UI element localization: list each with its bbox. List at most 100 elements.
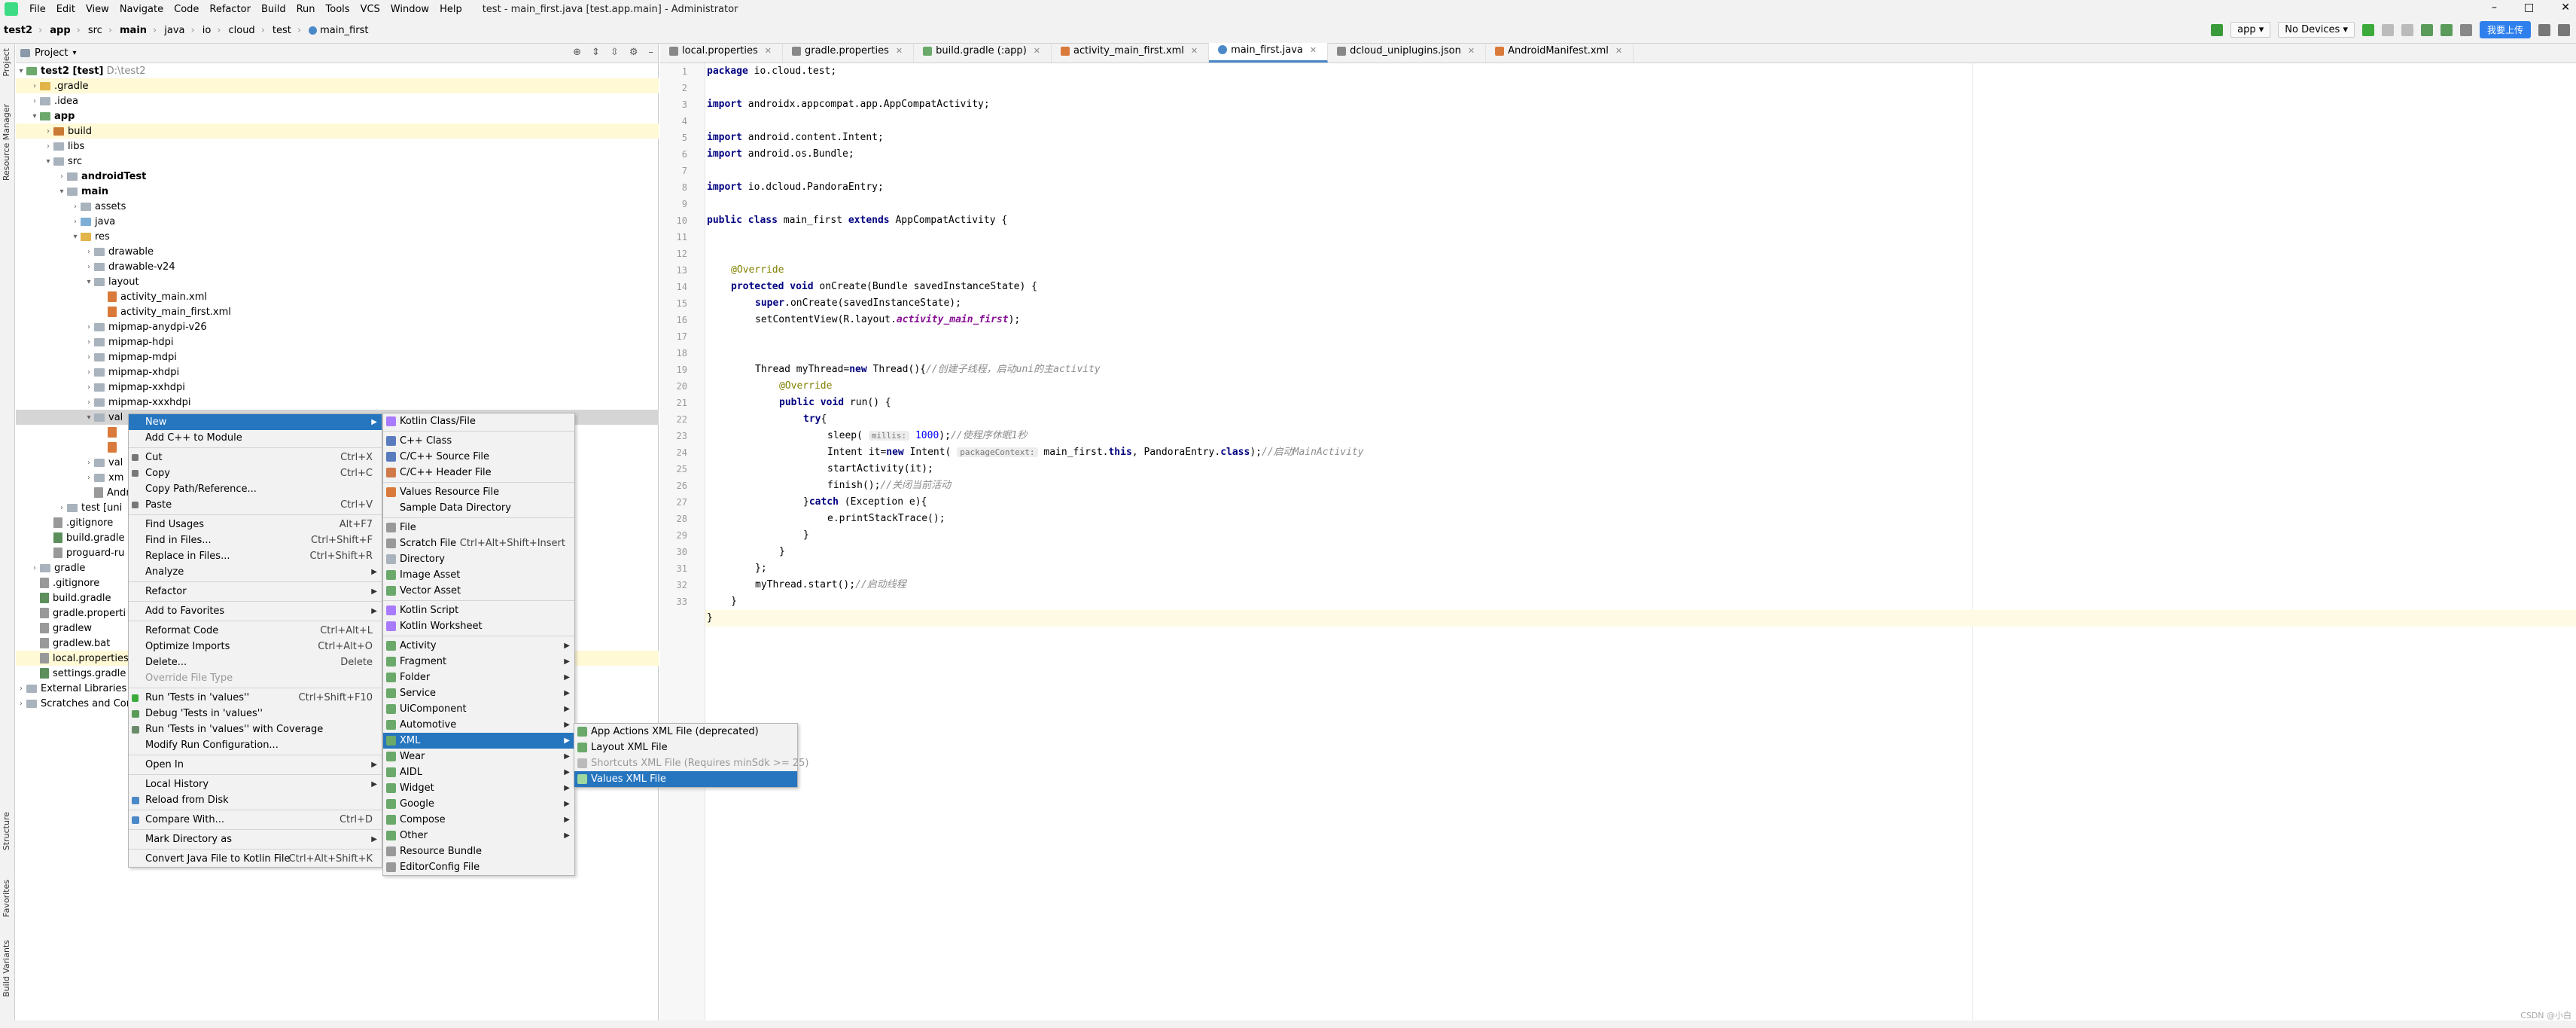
tree-item[interactable]: › .gradle [16, 78, 659, 93]
menu-item-add-to-favorites[interactable]: Add to Favorites ▶ [129, 603, 382, 619]
new-values-resource-file[interactable]: Values Resource File [383, 484, 574, 500]
expand-all-icon[interactable]: ⇕ [592, 47, 600, 58]
close-tab-icon[interactable]: ✕ [1615, 46, 1622, 56]
tree-item[interactable]: › build [16, 124, 659, 139]
new-xml[interactable]: XML ▶ [383, 733, 574, 749]
code-area[interactable]: 1 2 3 4 5 6 7 8 9 10 11 12 13 14 15 16 1… [677, 63, 2576, 1028]
new-resource-bundle[interactable]: Resource Bundle [383, 843, 574, 859]
tab-main-first-java[interactable]: main_first.java ✕ [1209, 43, 1329, 63]
tree-item[interactable]: ▾ layout [16, 274, 659, 289]
tree-item[interactable]: › drawable [16, 244, 659, 259]
locate-icon[interactable]: ⊕ [573, 47, 581, 58]
new-service[interactable]: Service ▶ [383, 685, 574, 701]
upload-button[interactable]: 我要上传 [2479, 21, 2531, 38]
menu-item-modify-run-config[interactable]: Modify Run Configuration... [129, 737, 382, 753]
new-fragment[interactable]: Fragment ▶ [383, 654, 574, 670]
menu-item-find-usages[interactable]: Find Usages Alt+F7 [129, 517, 382, 532]
tree-item[interactable]: ▾ src [16, 154, 659, 169]
menu-item-paste[interactable]: Paste Ctrl+V [129, 497, 382, 513]
new-file[interactable]: File [383, 520, 574, 535]
tree-item[interactable]: ▾ res [16, 229, 659, 244]
menu-item-mark-directory-as[interactable]: Mark Directory as ▶ [129, 831, 382, 847]
breadcrumb-item[interactable]: src › [84, 25, 116, 36]
new-compose[interactable]: Compose ▶ [383, 812, 574, 828]
project-tool-tab[interactable]: Project [2, 48, 11, 77]
new-kotlin-worksheet[interactable]: Kotlin Worksheet [383, 618, 574, 634]
tree-item[interactable]: activity_main.xml [16, 289, 659, 304]
search-icon[interactable] [2538, 23, 2550, 36]
menu-item-cut[interactable]: Cut Ctrl+X [129, 450, 382, 465]
minimize-icon[interactable]: – [2492, 2, 2497, 14]
new-other[interactable]: Other ▶ [383, 828, 574, 843]
tree-item[interactable]: › mipmap-xxhdpi [16, 380, 659, 395]
xml-values-file[interactable]: Values XML File [574, 771, 797, 787]
new-automotive[interactable]: Automotive ▶ [383, 717, 574, 733]
new-uicomponent[interactable]: UiComponent ▶ [383, 701, 574, 717]
new-kotlin-class[interactable]: Kotlin Class/File [383, 413, 574, 429]
tree-item[interactable]: ▾ main [16, 184, 659, 199]
menu-vcs[interactable]: VCS [355, 4, 385, 15]
menu-item-reload-from-disk[interactable]: Reload from Disk [129, 792, 382, 808]
new-c-header-file[interactable]: C/C++ Header File [383, 465, 574, 480]
tree-item[interactable]: ▾ app [16, 108, 659, 124]
menu-edit[interactable]: Edit [51, 4, 81, 15]
tree-item[interactable]: › mipmap-hdpi [16, 334, 659, 349]
menu-help[interactable]: Help [434, 4, 467, 15]
new-aidl[interactable]: AIDL ▶ [383, 764, 574, 780]
breadcrumb-item[interactable]: app › [46, 25, 84, 36]
menu-item-new[interactable]: New ▶ [129, 414, 382, 430]
tree-item[interactable]: › mipmap-xxxhdpi [16, 395, 659, 410]
tree-item[interactable]: › drawable-v24 [16, 259, 659, 274]
rerun-icon[interactable] [2381, 23, 2394, 36]
new-folder[interactable]: Folder ▶ [383, 670, 574, 685]
profile-icon[interactable] [2440, 23, 2453, 36]
new-scratch-file[interactable]: Scratch File Ctrl+Alt+Shift+Insert [383, 535, 574, 551]
apply-changes-icon[interactable] [2401, 23, 2413, 36]
tab-activity-main-first-xml[interactable]: activity_main_first.xml ✕ [1052, 43, 1210, 63]
close-tab-icon[interactable]: ✕ [896, 46, 903, 56]
breadcrumb-item[interactable]: test2 › [0, 25, 46, 36]
tree-item[interactable]: › libs [16, 139, 659, 154]
menu-item-find-in-files[interactable]: Find in Files... Ctrl+Shift+F [129, 532, 382, 548]
menu-file[interactable]: File [24, 4, 51, 15]
resource-manager-tool-tab[interactable]: Resource Manager [2, 104, 11, 181]
new-cpp-class[interactable]: C++ Class [383, 433, 574, 449]
tree-item[interactable]: › androidTest [16, 169, 659, 184]
tree-item[interactable]: › mipmap-mdpi [16, 349, 659, 365]
run-icon[interactable] [2361, 23, 2374, 36]
tab-gradle-properties[interactable]: gradle.properties ✕ [783, 43, 915, 63]
breadcrumb-item[interactable]: java › [160, 25, 198, 36]
menu-item-copy-path[interactable]: Copy Path/Reference... [129, 481, 382, 497]
tab-local-properties[interactable]: local.properties ✕ [660, 43, 783, 63]
menu-item-delete[interactable]: Delete... Delete [129, 654, 382, 670]
tree-item[interactable]: › mipmap-xhdpi [16, 365, 659, 380]
menu-item-run-tests[interactable]: Run 'Tests in 'values'' Ctrl+Shift+F10 [129, 690, 382, 706]
hammer-icon[interactable] [2211, 23, 2224, 36]
xml-app-actions[interactable]: App Actions XML File (deprecated) [574, 724, 797, 740]
menu-refactor[interactable]: Refactor [204, 4, 256, 15]
close-tab-icon[interactable]: ✕ [765, 46, 772, 56]
breadcrumb-item[interactable]: cloud › [224, 25, 268, 36]
debug-icon[interactable] [2420, 23, 2433, 36]
menu-window[interactable]: Window [385, 4, 434, 15]
close-tab-icon[interactable]: ✕ [1191, 46, 1198, 56]
tree-item[interactable]: › assets [16, 199, 659, 214]
close-icon[interactable]: ✕ [2561, 2, 2570, 14]
menu-code[interactable]: Code [169, 4, 204, 15]
menu-item-replace-in-files[interactable]: Replace in Files... Ctrl+Shift+R [129, 548, 382, 564]
xml-layout-file[interactable]: Layout XML File [574, 740, 797, 755]
menu-run[interactable]: Run [291, 4, 321, 15]
breadcrumb-item[interactable]: main_first [305, 25, 372, 36]
menu-item-analyze[interactable]: Analyze ▶ [129, 564, 382, 580]
new-widget[interactable]: Widget ▶ [383, 780, 574, 796]
menu-build[interactable]: Build [256, 4, 291, 15]
new-editorconfig-file[interactable]: EditorConfig File [383, 859, 574, 875]
gear-icon[interactable] [2558, 23, 2570, 36]
new-directory[interactable]: Directory [383, 551, 574, 567]
tree-item[interactable]: › java [16, 214, 659, 229]
new-activity[interactable]: Activity ▶ [383, 638, 574, 654]
breadcrumb-item[interactable]: main › [116, 25, 160, 36]
favorites-tool-tab[interactable]: Favorites [2, 880, 11, 917]
menu-item-reformat-code[interactable]: Reformat Code Ctrl+Alt+L [129, 623, 382, 639]
new-kotlin-script[interactable]: Kotlin Script [383, 602, 574, 618]
